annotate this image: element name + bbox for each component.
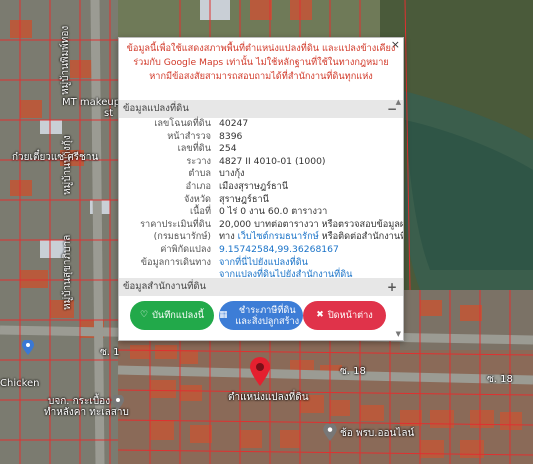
- map-label-shop: ก๋วยเตี๋ยวแซ่ ศรีชาน: [12, 152, 99, 163]
- row-value: 8396: [219, 130, 243, 142]
- close-window-label: ปิดหน้าต่าง: [327, 310, 373, 321]
- pay-tax-label: ชำระภาษีที่ดินและสิ่งปลูกสร้าง: [235, 304, 300, 327]
- map-label-chicken: Chicken: [0, 378, 40, 389]
- parcel-pin-icon[interactable]: [249, 357, 271, 387]
- table-row: ตำบล บางกุ้ง: [119, 168, 399, 181]
- pay-tax-button[interactable]: ▦ ชำระภาษีที่ดินและสิ่งปลูกสร้าง: [219, 301, 303, 330]
- place-pin-icon[interactable]: [112, 395, 124, 411]
- map-label-road-3: หมู่บ้านสุขาภิบาล: [62, 234, 73, 310]
- row-value: 20,000 บาทต่อตารางวา หรือตรวจสอบข้อมูลผ่…: [219, 218, 404, 230]
- map-label-soi-3: ซ. 1: [100, 347, 120, 358]
- disclaimer-text: ข้อมูลนี้เพื่อใช้แสดงสภาพพื้นที่ตำแหน่งแ…: [126, 43, 396, 82]
- row-label: (กรมธนารักษ์): [153, 231, 211, 243]
- section-parcel-info-title: ข้อมูลแปลงที่ดิน: [123, 103, 189, 114]
- map-label-road-1: หมู่บ้านพิมพ์ทอง: [60, 25, 71, 95]
- directions-to-parcel-link[interactable]: จากที่นี่ไปยังแปลงที่ดิน: [219, 257, 308, 268]
- table-row: เลขโฉนดที่ดิน 40247: [119, 118, 399, 131]
- table-row: เลขที่ดิน 254: [119, 143, 399, 156]
- row-label: ตำบล: [188, 168, 211, 180]
- row-value: ทาง เว็บไซต์กรมธนารักษ์ หรือติดต่อสำนักง…: [219, 231, 403, 244]
- row-value: 254: [219, 143, 237, 155]
- row-label: เนื้อที่: [190, 206, 211, 218]
- row-label: ระวาง: [186, 155, 211, 167]
- table-row: (กรมธนารักษ์) ทาง เว็บไซต์กรมธนารักษ์ หรื…: [119, 231, 403, 244]
- row-label: เลขที่ดิน: [177, 143, 211, 155]
- row-label: ค่าพิกัดแปลง: [160, 243, 211, 255]
- expand-icon[interactable]: +: [387, 278, 397, 296]
- section-land-office-title: ข้อมูลสำนักงานที่ดิน: [123, 281, 207, 292]
- row-label: ข้อมูลการเดินทาง: [140, 256, 211, 268]
- row-label: อำเภอ: [185, 180, 211, 192]
- map-label-soi-1: ซ. 18: [340, 366, 366, 377]
- close-window-button[interactable]: ✖ ปิดหน้าต่าง: [303, 301, 386, 330]
- section-parcel-info-header[interactable]: ข้อมูลแปลงที่ดิน −: [119, 100, 403, 118]
- map-label-makeup-2: st: [104, 108, 114, 119]
- map-label-insurance: ช้อ พรบ.ออนไลน์: [340, 428, 415, 439]
- row-label: หน้าสำรวจ: [167, 130, 211, 142]
- parcel-info-popup: × ข้อมูลนี้เพื่อใช้แสดงสภาพพื้นที่ตำแหน่…: [118, 37, 404, 341]
- table-row: อำเภอ เมืองสุราษฎร์ธานี: [119, 181, 399, 194]
- heart-icon: ♡: [140, 310, 149, 320]
- place-pin-icon[interactable]: [323, 424, 337, 442]
- save-parcel-button[interactable]: ♡ บันทึกแปลงนี้: [130, 301, 214, 330]
- table-row: จังหวัด สุราษฎร์ธานี: [119, 194, 399, 207]
- row-value: 4827 II 4010-01 (1000): [219, 155, 326, 167]
- receipt-icon: ▦: [219, 310, 228, 320]
- treasury-website-link[interactable]: เว็บไซต์กรมธนารักษ์: [238, 231, 319, 242]
- table-row: ราคาประเมินที่ดิน 20,000 บาทต่อตารางวา หร…: [119, 218, 403, 232]
- parcel-info-table: เลขโฉนดที่ดิน 40247 หน้าสำรวจ 8396 เลขที่ด…: [119, 118, 403, 282]
- scroll-up-icon[interactable]: ▲: [396, 98, 401, 106]
- section-land-office-header[interactable]: ข้อมูลสำนักงานที่ดิน +: [119, 278, 403, 296]
- row-label: ราคาประเมินที่ดิน: [140, 218, 211, 230]
- save-parcel-label: บันทึกแปลงนี้: [152, 310, 204, 321]
- row-value-prefix: ทาง: [219, 231, 238, 243]
- table-row: หน้าสำรวจ 8396: [119, 131, 399, 144]
- map-label-parcel-position: ตำแหน่งแปลงที่ดิน: [228, 392, 309, 403]
- table-row: ข้อมูลการเดินทาง จากที่นี่ไปยังแปลงที่ดิน: [119, 257, 399, 270]
- close-icon: ✖: [316, 310, 324, 320]
- row-value: เมืองสุราษฎร์ธานี: [219, 180, 289, 192]
- table-row: ค่าพิกัดแปลง 9.15742584,99.36268167: [119, 244, 399, 257]
- row-value: บางกุ้ง: [219, 168, 245, 180]
- row-value: 0 ไร่ 0 งาน 60.0 ตารางวา: [219, 206, 328, 218]
- row-label: จังหวัด: [183, 193, 211, 205]
- scroll-down-icon[interactable]: ▼: [396, 330, 401, 338]
- map-label-road-2: หมู่บ้านบางกุ้ง: [62, 135, 73, 195]
- row-value: จากที่นี่ไปยังแปลงที่ดิน: [219, 257, 308, 270]
- map-label-soi-2: ซ. 18: [487, 374, 513, 385]
- row-label: เลขโฉนดที่ดิน: [154, 118, 211, 129]
- row-value-suffix: หรือติดต่อสำนักงานที่ดิน: [321, 231, 403, 243]
- row-value: สุราษฎร์ธานี: [219, 193, 269, 205]
- table-row: ระวาง 4827 II 4010-01 (1000): [119, 156, 399, 169]
- row-value: 9.15742584,99.36268167: [219, 244, 339, 257]
- row-value: 40247: [219, 118, 249, 129]
- table-row: เนื้อที่ 0 ไร่ 0 งาน 60.0 ตารางวา: [119, 206, 399, 219]
- place-pin-icon[interactable]: [22, 340, 34, 356]
- coordinates-link[interactable]: 9.15742584,99.36268167: [219, 244, 339, 255]
